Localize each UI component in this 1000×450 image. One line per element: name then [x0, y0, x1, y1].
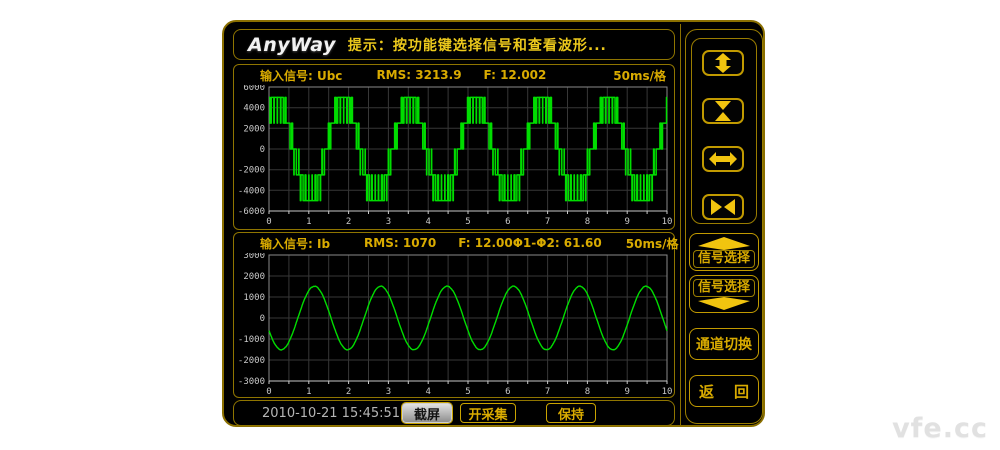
svg-text:6000: 6000	[243, 85, 265, 93]
panel2-timebase: 50ms/格	[626, 235, 679, 252]
svg-text:-2000: -2000	[238, 356, 265, 366]
svg-text:3: 3	[386, 217, 391, 227]
return-label-right: 回	[734, 381, 749, 402]
svg-text:5: 5	[465, 387, 470, 397]
svg-text:10: 10	[662, 387, 673, 397]
svg-text:4000: 4000	[243, 104, 265, 114]
waveform-chart-ib: 3000200010000-1000-2000-3000012345678910	[234, 253, 676, 399]
waveform-chart-ubc: 6000400020000-2000-4000-6000012345678910	[234, 85, 676, 229]
panel1-timebase: 50ms/格	[613, 67, 666, 84]
svg-text:1: 1	[306, 217, 311, 227]
svg-text:-6000: -6000	[238, 207, 265, 217]
svg-text:8: 8	[585, 387, 590, 397]
svg-text:-4000: -4000	[238, 186, 265, 196]
panel2-rms-value: RMS: 1070	[364, 236, 436, 250]
svg-text:4: 4	[425, 217, 430, 227]
anyway-logo: AnyWay	[248, 34, 336, 56]
svg-text:-3000: -3000	[238, 377, 265, 387]
horizontal-compress-icon	[709, 197, 737, 217]
svg-text:-2000: -2000	[238, 166, 265, 176]
panel2-frequency-value: F: 12.00	[458, 236, 512, 250]
start-acquisition-button[interactable]: 开采集	[460, 403, 516, 423]
horizontal-compress-button[interactable]	[702, 194, 744, 220]
svg-text:9: 9	[624, 217, 629, 227]
signal-select-up-button[interactable]: 信号选择	[689, 233, 759, 271]
svg-text:8: 8	[585, 217, 590, 227]
svg-text:4: 4	[425, 387, 430, 397]
horizontal-expand-icon	[709, 149, 737, 169]
vertical-compress-icon	[709, 101, 737, 121]
svg-text:1: 1	[306, 387, 311, 397]
svg-text:7: 7	[545, 217, 550, 227]
hold-button[interactable]: 保持	[546, 403, 596, 423]
vertical-expand-icon	[709, 53, 737, 73]
svg-text:2000: 2000	[243, 124, 265, 134]
svg-text:1000: 1000	[243, 293, 265, 303]
instrument-screen: AnyWay 提示：按功能键选择信号和查看波形... 输入信号: Ubc RMS…	[222, 20, 765, 427]
panel1-signal-label: 输入信号: Ubc	[260, 67, 342, 84]
svg-text:10: 10	[662, 217, 673, 227]
status-hint-text: 提示：按功能键选择信号和查看波形...	[348, 35, 607, 55]
bottom-status-bar: 2010-10-21 15:45:51 截屏 开采集 保持	[233, 400, 675, 426]
panel1-info-row: 输入信号: Ubc RMS: 3213.9 F: 12.002 50ms/格	[234, 65, 674, 85]
waveform-panel-ubc: 输入信号: Ubc RMS: 3213.9 F: 12.002 50ms/格 6…	[233, 64, 675, 230]
watermark: vfe.cc	[892, 413, 988, 444]
signal-select-up-label: 信号选择	[693, 250, 755, 268]
waveform-panel-ib: 输入信号: Ib RMS: 1070 F: 12.00 Φ1-Φ2: 61.60…	[233, 232, 675, 398]
horizontal-expand-button[interactable]	[702, 146, 744, 172]
svg-text:9: 9	[624, 387, 629, 397]
signal-select-down-button[interactable]: 信号选择	[689, 275, 759, 313]
vertical-expand-button[interactable]	[702, 50, 744, 76]
screenshot-button[interactable]: 截屏	[402, 403, 452, 423]
svg-text:2: 2	[346, 387, 351, 397]
svg-text:7: 7	[545, 387, 550, 397]
vertical-divider	[680, 24, 681, 425]
svg-text:6: 6	[505, 387, 510, 397]
svg-text:3: 3	[386, 387, 391, 397]
svg-text:0: 0	[266, 387, 271, 397]
channel-switch-label: 通道切换	[696, 334, 752, 354]
panel2-info-row: 输入信号: Ib RMS: 1070 F: 12.00 Φ1-Φ2: 61.60…	[234, 233, 674, 253]
svg-text:2000: 2000	[243, 272, 265, 282]
svg-text:0: 0	[260, 145, 265, 155]
header-bar: AnyWay 提示：按功能键选择信号和查看波形...	[233, 29, 675, 60]
svg-text:0: 0	[260, 314, 265, 324]
vertical-compress-button[interactable]	[702, 98, 744, 124]
panel2-signal-label: 输入信号: Ib	[260, 235, 330, 252]
up-diamond-icon	[698, 237, 750, 250]
return-label-left: 返	[699, 381, 714, 402]
side-button-column: 信号选择 信号选择 通道切换 返 回	[685, 29, 763, 424]
zoom-button-group	[691, 38, 757, 224]
svg-text:6: 6	[505, 217, 510, 227]
svg-text:-1000: -1000	[238, 335, 265, 345]
panel1-rms-value: RMS: 3213.9	[376, 68, 461, 82]
channel-switch-button[interactable]: 通道切换	[689, 328, 759, 360]
svg-text:3000: 3000	[243, 253, 265, 261]
timestamp: 2010-10-21 15:45:51	[262, 406, 400, 421]
svg-text:5: 5	[465, 217, 470, 227]
panel1-frequency-value: F: 12.002	[484, 68, 547, 82]
svg-text:2: 2	[346, 217, 351, 227]
return-button[interactable]: 返 回	[689, 375, 759, 407]
panel2-phase-value: Φ1-Φ2: 61.60	[513, 236, 602, 250]
signal-select-down-label: 信号选择	[693, 279, 755, 297]
down-diamond-icon	[698, 297, 750, 310]
svg-text:0: 0	[266, 217, 271, 227]
